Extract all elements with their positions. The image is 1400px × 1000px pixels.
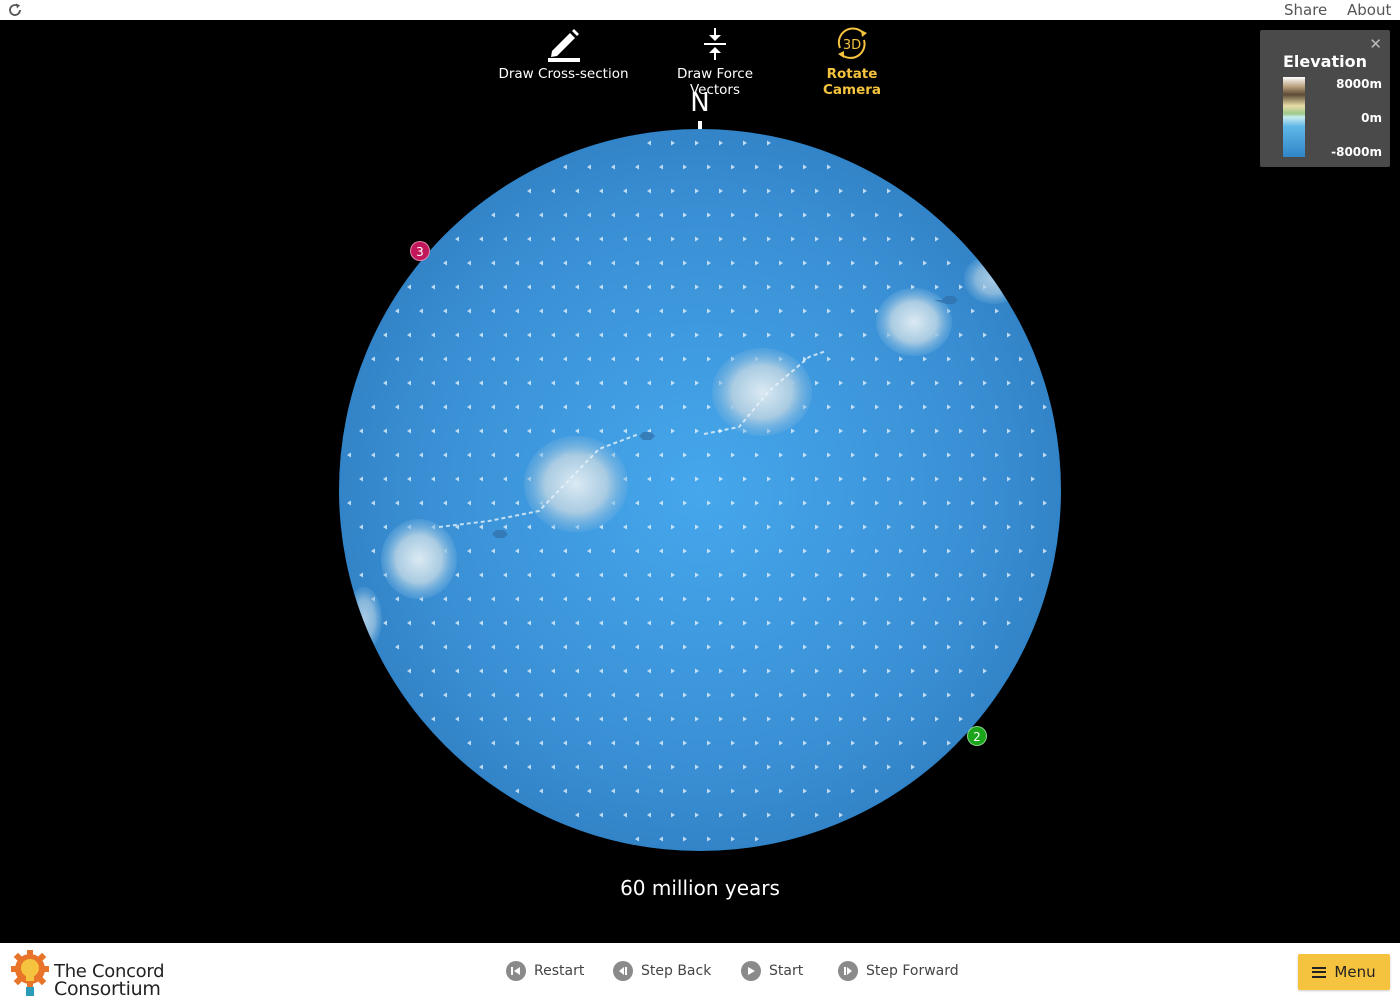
play-icon xyxy=(741,961,761,981)
draw-cross-section-label: Draw Cross-section xyxy=(498,66,629,82)
close-icon[interactable]: ✕ xyxy=(1369,35,1382,53)
hamburger-icon xyxy=(1312,964,1327,980)
step-back-icon xyxy=(613,961,633,981)
draw-force-vectors-label: Draw Force Vectors xyxy=(676,66,754,98)
planet-globe[interactable] xyxy=(339,129,1061,851)
restart-button[interactable]: Restart xyxy=(506,961,584,981)
continent-upper xyxy=(712,348,812,436)
about-link[interactable]: About xyxy=(1347,1,1391,19)
menu-button[interactable]: Menu xyxy=(1298,954,1390,990)
start-button[interactable]: Start xyxy=(741,961,803,981)
step-forward-label: Step Forward xyxy=(866,963,959,979)
elevation-legend: ✕ Elevation 8000m 0m -8000m xyxy=(1260,30,1390,167)
step-back-label: Step Back xyxy=(641,963,712,979)
start-label: Start xyxy=(769,963,804,979)
pencil-icon xyxy=(547,29,580,62)
continent-edge-right xyxy=(964,254,1024,304)
continent-right xyxy=(876,288,952,356)
draw-cross-section-tool[interactable]: Draw Cross-section xyxy=(498,22,629,82)
plate-marker-2[interactable]: 2 xyxy=(967,726,987,746)
restart-icon xyxy=(506,961,526,981)
rotate-3d-icon: 3D xyxy=(837,27,867,59)
continent-left xyxy=(381,519,457,599)
north-indicator: N xyxy=(690,88,710,118)
globe-view[interactable] xyxy=(339,129,1061,851)
step-back-button[interactable]: Step Back xyxy=(613,961,711,981)
reload-icon[interactable] xyxy=(6,1,24,19)
bottom-bar: The Concord Consortium Restart Step Back… xyxy=(0,943,1400,1000)
concord-logo[interactable]: The Concord Consortium xyxy=(10,949,170,1000)
menu-label: Menu xyxy=(1334,963,1376,981)
legend-max: 8000m xyxy=(1336,77,1382,91)
brand-line2: Consortium xyxy=(54,978,161,1000)
rotate-3d-text: 3D xyxy=(843,38,861,53)
rotate-camera-tool[interactable]: 3D Rotate Camera xyxy=(800,22,904,98)
legend-title: Elevation xyxy=(1282,52,1367,71)
step-forward-icon xyxy=(838,961,858,981)
share-link[interactable]: Share xyxy=(1284,1,1327,19)
rotate-camera-label: Rotate Camera xyxy=(822,66,881,98)
legend-min: -8000m xyxy=(1331,145,1382,159)
continent-edge-left xyxy=(346,587,382,651)
plate-marker-3[interactable]: 3 xyxy=(410,241,430,261)
time-readout: 60 million years xyxy=(620,876,780,900)
continent-center xyxy=(524,436,628,532)
compress-arrows-icon xyxy=(704,28,726,60)
step-forward-button[interactable]: Step Forward xyxy=(838,961,959,981)
elevation-color-bar xyxy=(1283,77,1305,157)
ocean-surface xyxy=(339,129,1061,851)
restart-label: Restart xyxy=(534,963,585,979)
lightbulb-gear-icon xyxy=(11,950,49,996)
draw-force-vectors-tool[interactable]: Draw Force Vectors xyxy=(650,22,780,98)
top-bar: Share About xyxy=(0,0,1400,20)
legend-mid: 0m xyxy=(1361,111,1382,125)
